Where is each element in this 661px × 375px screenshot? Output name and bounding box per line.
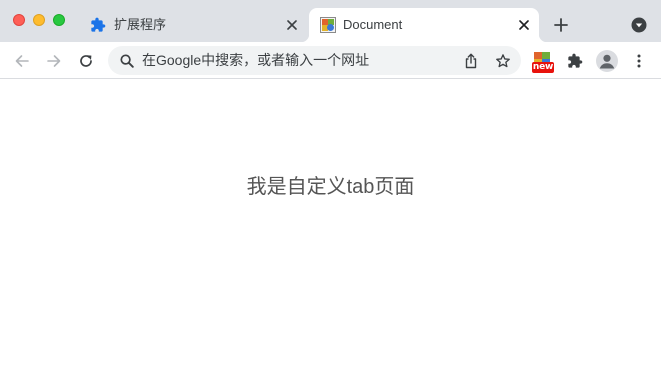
profile-avatar-icon[interactable] (596, 50, 618, 72)
extension-new-badge: new (532, 62, 554, 73)
tab-title: Document (343, 17, 403, 32)
window-minimize-button[interactable] (33, 14, 45, 26)
close-tab-icon[interactable] (284, 17, 300, 33)
tab-document[interactable]: Document (301, 8, 547, 42)
extensions-puzzle-icon[interactable] (565, 51, 585, 71)
bookmark-star-icon[interactable] (494, 52, 511, 69)
new-tab-plus-icon[interactable] (551, 15, 571, 35)
tab-extensions[interactable]: 扩展程序 (80, 8, 307, 42)
puzzle-icon (90, 17, 106, 33)
search-icon (119, 53, 134, 68)
page-heading: 我是自定义tab页面 (246, 176, 415, 198)
window-close-button[interactable] (13, 14, 25, 26)
address-bar[interactable]: 在Google中搜索，或者输入一个网址 (108, 46, 521, 75)
window-zoom-button[interactable] (53, 14, 65, 26)
back-arrow-icon[interactable] (12, 51, 32, 71)
reload-icon[interactable] (76, 51, 96, 71)
omnibox-placeholder: 在Google中搜索，或者输入一个网址 (142, 52, 370, 68)
tab-search-dropdown-icon[interactable] (630, 16, 648, 34)
toolbar: 在Google中搜索，或者输入一个网址 new (0, 42, 661, 79)
close-tab-icon[interactable] (516, 17, 532, 33)
share-icon[interactable] (462, 52, 479, 69)
custom-extension-button[interactable]: new (531, 51, 555, 75)
tab-strip: 扩展程序 Document (0, 0, 661, 42)
forward-arrow-icon[interactable] (44, 51, 64, 71)
more-menu-icon[interactable] (629, 51, 649, 71)
document-favicon-icon (320, 17, 336, 33)
page-content: 我是自定义tab页面 (0, 79, 661, 375)
tab-title: 扩展程序 (114, 17, 167, 32)
